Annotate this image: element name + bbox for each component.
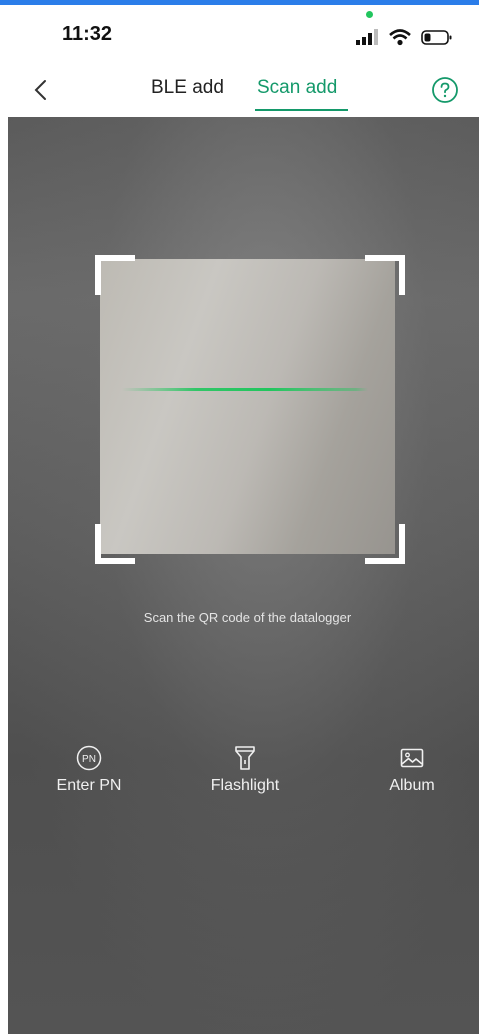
status-icons xyxy=(356,29,452,46)
battery-icon xyxy=(421,30,452,45)
svg-text:PN: PN xyxy=(82,754,96,765)
tab-ble-add[interactable]: BLE add xyxy=(151,77,224,113)
scan-hint-text: Scan the QR code of the datalogger xyxy=(143,610,352,625)
enter-pn-button[interactable]: PN Enter PN xyxy=(24,745,154,795)
status-bar: 11:32 xyxy=(0,5,479,67)
mic-indicator-dot xyxy=(366,11,373,18)
flashlight-icon xyxy=(235,746,255,770)
scan-corner-top-right xyxy=(365,255,405,295)
scan-corner-bottom-right xyxy=(365,524,405,564)
chevron-left-icon[interactable] xyxy=(28,75,58,105)
scan-line xyxy=(122,388,368,391)
nav-bar: BLE add Scan add xyxy=(0,67,479,117)
image-icon xyxy=(400,748,424,768)
status-time: 11:32 xyxy=(62,23,113,45)
scan-corner-bottom-left xyxy=(95,524,135,564)
pn-circle-icon: PN xyxy=(76,745,102,771)
album-label: Album xyxy=(389,777,435,794)
enter-pn-label: Enter PN xyxy=(56,777,122,794)
scan-corner-top-left xyxy=(95,255,135,295)
scan-window xyxy=(100,259,395,554)
camera-preview: Scan the QR code of the datalogger PN En… xyxy=(0,117,479,1034)
camera-edge xyxy=(0,117,8,1034)
question-circle-icon[interactable] xyxy=(431,76,459,104)
flashlight-button[interactable]: Flashlight xyxy=(180,745,310,795)
wifi-icon xyxy=(389,29,411,46)
active-tab-underline xyxy=(255,109,348,111)
tab-scan-add[interactable]: Scan add xyxy=(257,77,337,113)
cellular-signal-icon xyxy=(356,29,378,45)
flashlight-label: Flashlight xyxy=(210,777,280,794)
album-button[interactable]: Album xyxy=(347,745,477,795)
